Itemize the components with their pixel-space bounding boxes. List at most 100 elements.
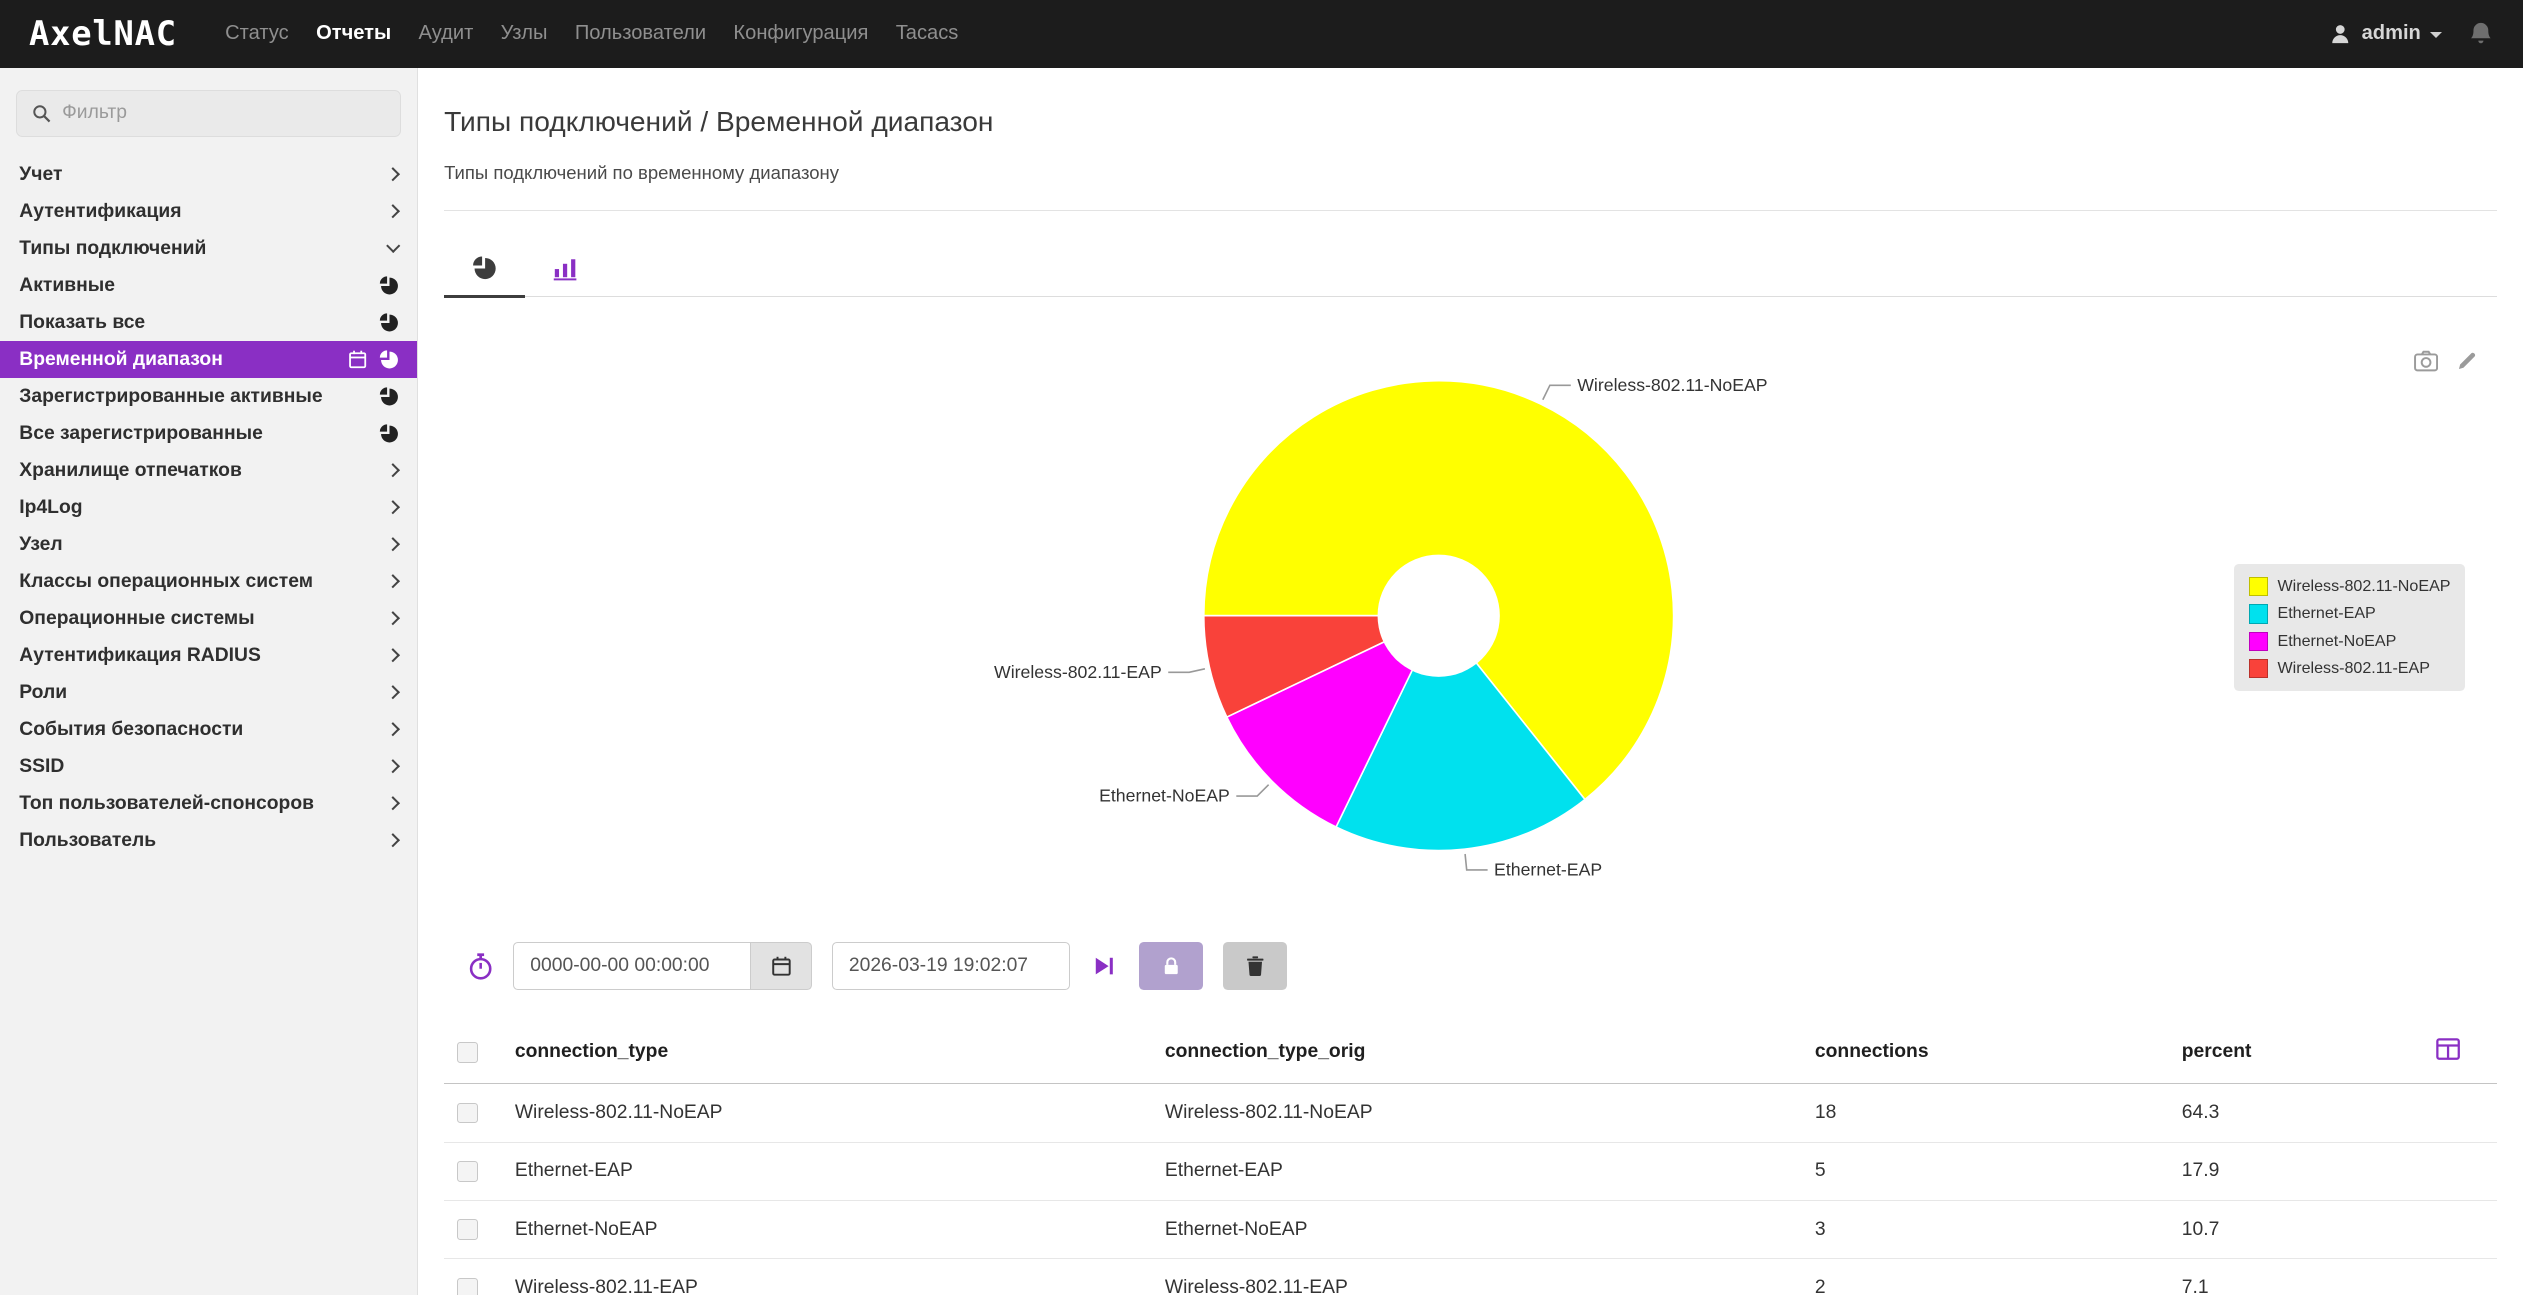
col-header-percent[interactable]: percent (2169, 1021, 2423, 1084)
sidebar-item[interactable]: Ip4Log (0, 489, 417, 526)
sidebar-item-icons (388, 835, 398, 845)
sidebar-item[interactable]: Аутентификация RADIUS (0, 637, 417, 674)
sidebar-item-icons (388, 761, 398, 771)
sidebar-item[interactable]: Узел (0, 526, 417, 563)
sidebar-item-label: Ip4Log (19, 497, 82, 519)
nav-item[interactable]: Пользователи (575, 22, 706, 45)
user-menu[interactable]: admin (2329, 22, 2442, 45)
pie-label: Wireless-802.11-NoEAP (1577, 375, 1767, 395)
skip-to-now-icon[interactable] (1092, 954, 1116, 978)
sidebar-item[interactable]: Аутентификация (0, 193, 417, 230)
pie-label-line (1168, 669, 1205, 673)
nav-item[interactable]: Tacacs (896, 22, 959, 45)
navbar-right: admin (2329, 21, 2493, 47)
legend-item[interactable]: Wireless-802.11-EAP (2249, 659, 2451, 678)
sidebar-item-label: Хранилище отпечатков (19, 460, 242, 482)
sidebar-item-icons (388, 798, 398, 808)
sidebar-item[interactable]: SSID (0, 748, 417, 785)
col-header-connections[interactable]: connections (1802, 1021, 2169, 1084)
row-checkbox[interactable] (457, 1278, 478, 1295)
sidebar-filter-input[interactable] (16, 90, 401, 137)
legend-item[interactable]: Ethernet-EAP (2249, 604, 2451, 623)
nav-item[interactable]: Узлы (501, 22, 548, 45)
row-checkbox-cell (444, 1259, 502, 1295)
tab-pie-chart[interactable] (444, 246, 524, 297)
chevron-right-icon (385, 796, 400, 811)
sidebar-item-icons (388, 576, 398, 586)
range-end-input[interactable] (832, 942, 1070, 990)
cell-connection-type-orig: Wireless-802.11-EAP (1152, 1259, 1802, 1295)
sidebar-item-icons (379, 313, 398, 332)
sidebar-item[interactable]: Топ пользователей-спонсоров (0, 785, 417, 822)
chevron-down-icon (2430, 32, 2442, 38)
main-nav: Статус Отчеты Аудит Узлы Пользователи Конфигу… (225, 22, 958, 45)
edit-icon[interactable] (2457, 349, 2478, 373)
sidebar-item-label: Все зарегистрированные (19, 423, 263, 445)
cell-connections: 2 (1802, 1259, 2169, 1295)
sidebar-item[interactable]: Зарегистрированные активные (0, 378, 417, 415)
sidebar-item-label: Операционные системы (19, 608, 254, 630)
cell-percent: 7.1 (2169, 1259, 2423, 1295)
sidebar-item[interactable]: Типы подключений (0, 230, 417, 267)
page-title: Типы подключений / Временной диапазон (444, 106, 2497, 138)
columns-icon[interactable] (2436, 1037, 2460, 1061)
nav-item[interactable]: Статус (225, 22, 289, 45)
row-spacer-cell (2423, 1142, 2497, 1200)
nav-item[interactable]: Аудит (419, 22, 474, 45)
nav-item[interactable]: Конфигурация (733, 22, 868, 45)
sidebar-search (16, 90, 401, 137)
sidebar-item[interactable]: Пользователь (0, 822, 417, 859)
row-checkbox[interactable] (457, 1103, 478, 1124)
legend-label: Ethernet-EAP (2277, 604, 2375, 623)
user-name: admin (2362, 22, 2421, 45)
bell-icon[interactable] (2468, 21, 2494, 47)
sidebar-item[interactable]: Временной диапазон (0, 341, 417, 378)
row-checkbox[interactable] (457, 1161, 478, 1182)
chevron-right-icon (385, 574, 400, 589)
sidebar-item-icons (388, 539, 398, 549)
chart-tabs (444, 246, 2497, 297)
pie-chart-icon (379, 387, 398, 406)
calendar-button[interactable] (751, 942, 812, 990)
legend-swatch (2249, 659, 2268, 678)
chart-legend: Wireless-802.11-NoEAP Ethernet-EAP Etherne… (2234, 564, 2465, 691)
tab-bar-chart[interactable] (525, 246, 605, 296)
sidebar-item[interactable]: Классы операционных систем (0, 563, 417, 600)
sidebar-item-label: Показать все (19, 312, 145, 334)
pie-label-line (1465, 854, 1488, 870)
pie-label: Ethernet-NoEAP (1099, 786, 1230, 806)
nav-item[interactable]: Отчеты (316, 22, 391, 45)
sidebar-item[interactable]: Все зарегистрированные (0, 415, 417, 452)
sidebar-item[interactable]: События безопасности (0, 711, 417, 748)
table-header-row: connection_type connection_type_orig con… (444, 1021, 2497, 1084)
sidebar-item[interactable]: Учет (0, 156, 417, 193)
sidebar-item-label: Топ пользователей-спонсоров (19, 793, 314, 815)
range-start-input[interactable] (513, 942, 751, 990)
select-all-checkbox[interactable] (457, 1042, 478, 1063)
sidebar-menu: Учет АутентификацияТипы подключенийАктивн… (0, 156, 417, 859)
legend-item[interactable]: Wireless-802.11-NoEAP (2249, 577, 2451, 596)
sidebar-item[interactable]: Активные (0, 267, 417, 304)
brand-logo: AxelNAC (29, 14, 177, 53)
sidebar-item-label: Роли (19, 682, 67, 704)
cell-connections: 5 (1802, 1142, 2169, 1200)
cell-connection-type-orig: Wireless-802.11-NoEAP (1152, 1084, 1802, 1142)
col-header-connection-type[interactable]: connection_type (502, 1021, 1152, 1084)
cell-percent: 10.7 (2169, 1201, 2423, 1259)
main-content: Типы подключений / Временной диапазон Ти… (418, 68, 2523, 1295)
layout: Учет АутентификацияТипы подключенийАктивн… (0, 68, 2523, 1295)
col-header-connection-type-orig[interactable]: connection_type_orig (1152, 1021, 1802, 1084)
lock-button[interactable] (1139, 942, 1203, 990)
legend-item[interactable]: Ethernet-NoEAP (2249, 632, 2451, 651)
row-checkbox[interactable] (457, 1219, 478, 1240)
delete-button[interactable] (1223, 942, 1287, 990)
sidebar-item[interactable]: Операционные системы (0, 600, 417, 637)
sidebar-item-label: Учет (19, 164, 62, 186)
sidebar-item[interactable]: Показать все (0, 304, 417, 341)
sidebar-item[interactable]: Хранилище отпечатков (0, 452, 417, 489)
camera-icon[interactable] (2414, 349, 2438, 373)
cell-percent: 17.9 (2169, 1142, 2423, 1200)
sidebar-item[interactable]: Роли (0, 674, 417, 711)
legend-label: Wireless-802.11-NoEAP (2277, 577, 2450, 596)
sidebar-item-icons (388, 465, 398, 475)
